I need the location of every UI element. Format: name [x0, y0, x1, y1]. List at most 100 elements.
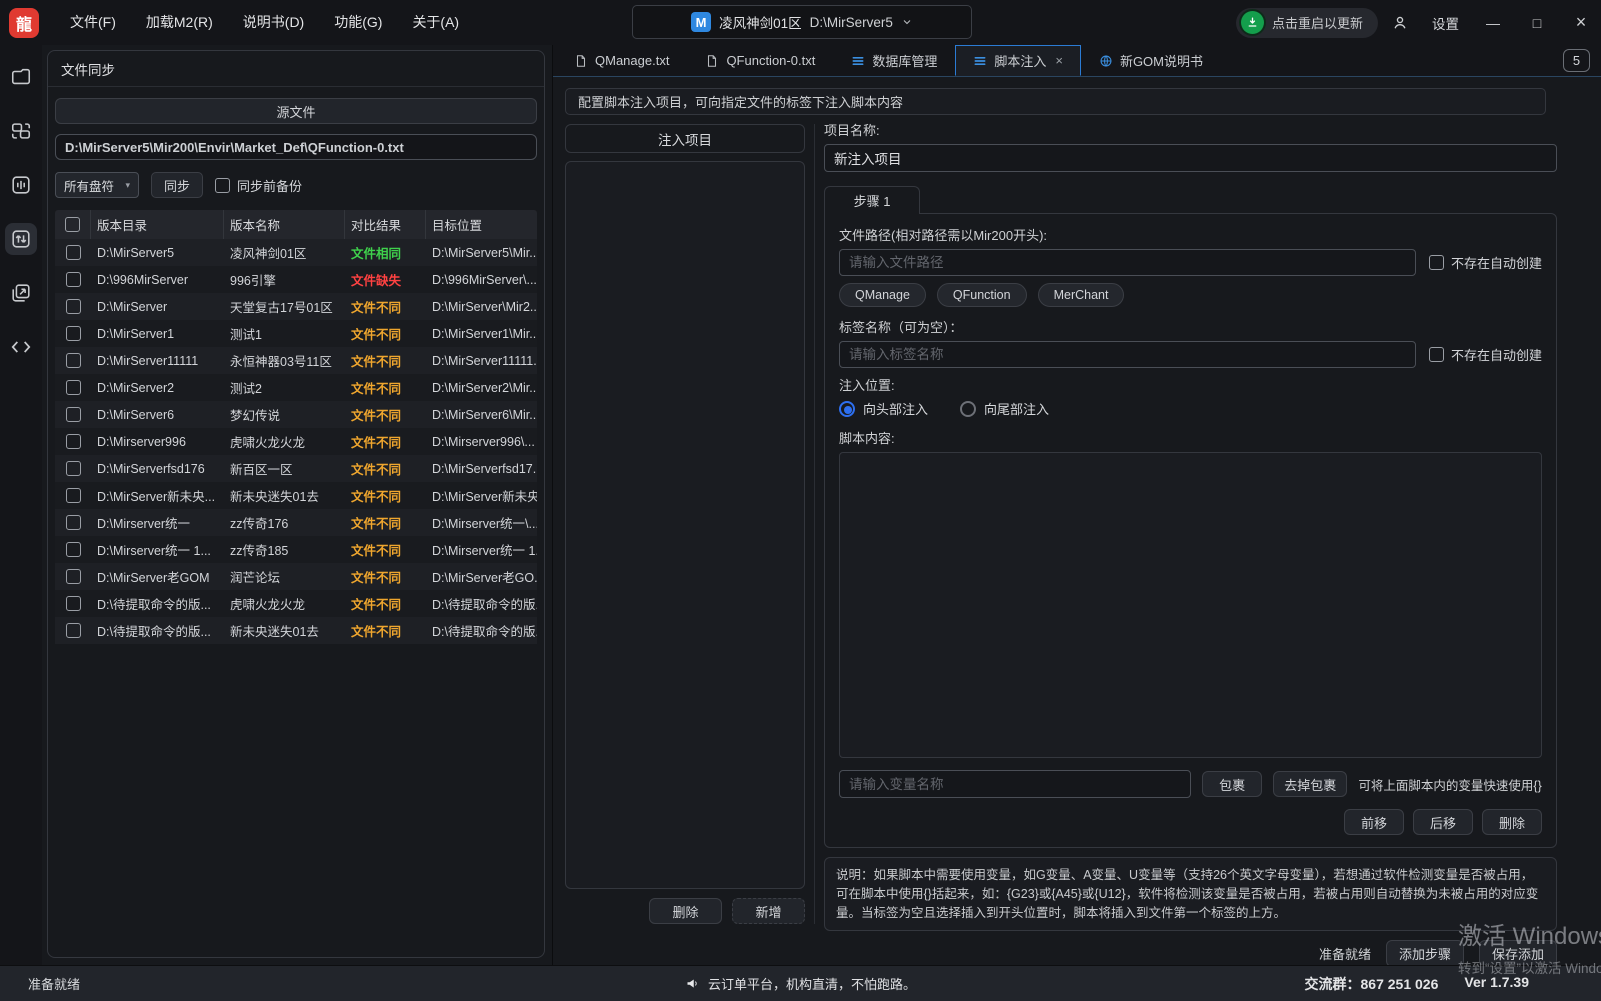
save-add-button[interactable]: 保存添加	[1479, 940, 1557, 967]
menu-file[interactable]: 文件(F)	[55, 0, 131, 45]
auto-create-tag-group[interactable]: 不存在自动创建	[1429, 345, 1542, 364]
row-checkbox[interactable]	[66, 326, 81, 341]
auto-create-path-group[interactable]: 不存在自动创建	[1429, 253, 1542, 272]
table-row[interactable]: D:\MirServer2 测试2 文件不同 D:\MirServer2\Mir…	[55, 374, 537, 401]
close-button[interactable]: ×	[1561, 0, 1601, 45]
variable-name-input[interactable]	[839, 770, 1191, 798]
add-step-button[interactable]: 添加步骤	[1386, 940, 1464, 967]
table-row[interactable]: D:\MirServer 天堂复古17号01区 文件不同 D:\MirServe…	[55, 293, 537, 320]
settings-button[interactable]: 设置	[1422, 13, 1469, 33]
table-row[interactable]: D:\996MirServer 996引擎 文件缺失 D:\996MirServ…	[55, 266, 537, 293]
auto-create-tag-checkbox[interactable]	[1429, 347, 1444, 362]
script-content-textarea[interactable]	[839, 452, 1542, 758]
preset-merchant[interactable]: MerChant	[1038, 283, 1125, 307]
table-row[interactable]: D:\Mirserver统一 1... zz传奇185 文件不同 D:\Mirs…	[55, 536, 537, 563]
sync-button[interactable]: 同步	[151, 172, 203, 198]
tab-label: QManage.txt	[595, 53, 669, 68]
tab-qmanage[interactable]: QManage.txt	[556, 45, 687, 76]
table-row[interactable]: D:\MirServer6 梦幻传说 文件不同 D:\MirServer6\Mi…	[55, 401, 537, 428]
project-name-input[interactable]	[824, 144, 1557, 172]
table-row[interactable]: D:\MirServer老GOM 润芒论坛 文件不同 D:\MirServer老…	[55, 563, 537, 590]
user-icon[interactable]	[1382, 0, 1418, 45]
table-row[interactable]: D:\待提取命令的版... 新未央迷失01去 文件不同 D:\待提取命令的版..…	[55, 617, 537, 644]
row-checkbox[interactable]	[66, 596, 81, 611]
col-header-target[interactable]: 目标位置	[426, 210, 537, 239]
mixer-icon[interactable]	[5, 169, 37, 201]
radio-inject-head[interactable]: 向头部注入	[839, 399, 928, 418]
row-name: 新百区一区	[224, 455, 345, 482]
drive-filter-dropdown[interactable]: 所有盘符 ▾	[55, 172, 139, 198]
table-row[interactable]: D:\Mirserver统一 zz传奇176 文件不同 D:\Mirserver…	[55, 509, 537, 536]
table-row[interactable]: D:\MirServer新未央... 新未央迷失01去 文件不同 D:\MirS…	[55, 482, 537, 509]
restart-update-button[interactable]: 点击重启以更新	[1236, 8, 1378, 38]
row-checkbox[interactable]	[66, 299, 81, 314]
preset-qmanage[interactable]: QManage	[839, 283, 926, 307]
row-checkbox[interactable]	[66, 245, 81, 260]
backup-checkbox-group[interactable]: 同步前备份	[215, 176, 302, 195]
app-window: 龍 文件(F) 加载M2(R) 说明书(D) 功能(G) 关于(A) M 凌风神…	[0, 0, 1601, 1001]
tab-step-1[interactable]: 步骤 1	[824, 186, 920, 214]
row-name: 润芒论坛	[224, 563, 345, 590]
row-checkbox[interactable]	[66, 434, 81, 449]
source-file-button[interactable]: 源文件	[55, 98, 537, 124]
tab-script-inject[interactable]: 脚本注入 ×	[955, 45, 1081, 76]
select-all-checkbox[interactable]	[65, 217, 80, 232]
row-checkbox[interactable]	[66, 407, 81, 422]
menu-functions[interactable]: 功能(G)	[319, 0, 397, 45]
tab-qfunction[interactable]: QFunction-0.txt	[687, 45, 833, 76]
wrap-button[interactable]: 包裹	[1202, 771, 1262, 797]
maximize-button[interactable]: □	[1517, 0, 1557, 45]
row-checkbox[interactable]	[66, 380, 81, 395]
delete-step-button[interactable]: 删除	[1482, 809, 1542, 835]
row-checkbox[interactable]	[66, 461, 81, 476]
move-forward-button[interactable]: 前移	[1344, 809, 1404, 835]
table-row[interactable]: D:\MirServer1 测试1 文件不同 D:\MirServer1\Mir…	[55, 320, 537, 347]
table-row[interactable]: D:\Mirserver996 虎啸火龙火龙 文件不同 D:\Mirserver…	[55, 428, 537, 455]
row-checkbox[interactable]	[66, 353, 81, 368]
row-checkbox[interactable]	[66, 515, 81, 530]
file-path-input[interactable]	[839, 249, 1416, 276]
folder-icon[interactable]	[5, 61, 37, 93]
server-selector-dropdown[interactable]: M 凌风神剑01区 D:\MirServer5	[632, 5, 972, 39]
col-header-name[interactable]: 版本名称	[224, 210, 345, 239]
inject-project-list[interactable]	[565, 161, 805, 889]
auto-create-path-checkbox[interactable]	[1429, 255, 1444, 270]
code-icon[interactable]	[5, 331, 37, 363]
tab-count-badge[interactable]: 5	[1563, 49, 1590, 72]
row-checkbox[interactable]	[66, 272, 81, 287]
tab-database[interactable]: 数据库管理	[833, 45, 955, 76]
row-checkbox[interactable]	[66, 623, 81, 638]
table-row[interactable]: D:\MirServer5 凌风神剑01区 文件相同 D:\MirServer5…	[55, 239, 537, 266]
table-row[interactable]: D:\MirServerfsd176 新百区一区 文件不同 D:\MirServ…	[55, 455, 537, 482]
row-result-badge: 文件不同	[345, 374, 426, 401]
row-name: 永恒神器03号11区	[224, 347, 345, 374]
file-transfer-icon[interactable]	[5, 223, 37, 255]
radio-inject-tail[interactable]: 向尾部注入	[960, 399, 1049, 418]
preset-qfunction[interactable]: QFunction	[937, 283, 1027, 307]
menu-manual[interactable]: 说明书(D)	[228, 0, 319, 45]
tab-gom-manual[interactable]: 新GOM说明书	[1081, 45, 1221, 76]
add-project-button[interactable]: 新增	[732, 898, 805, 924]
minimize-button[interactable]: —	[1473, 0, 1513, 45]
tag-name-input[interactable]	[839, 341, 1416, 368]
move-backward-button[interactable]: 后移	[1413, 809, 1473, 835]
tab-close-icon[interactable]: ×	[1055, 53, 1063, 68]
backup-checkbox[interactable]	[215, 178, 230, 193]
radio-label: 向尾部注入	[984, 399, 1049, 418]
col-header-result[interactable]: 对比结果	[345, 210, 426, 239]
unwrap-button[interactable]: 去掉包裹	[1273, 771, 1347, 797]
table-row[interactable]: D:\MirServer11111 永恒神器03号11区 文件不同 D:\Mir…	[55, 347, 537, 374]
row-checkbox[interactable]	[66, 488, 81, 503]
row-target: D:\MirServer1\Mir...	[426, 320, 537, 347]
menu-load-m2[interactable]: 加载M2(R)	[131, 0, 228, 45]
sync-icon[interactable]	[5, 115, 37, 147]
row-checkbox[interactable]	[66, 569, 81, 584]
col-header-dir[interactable]: 版本目录	[91, 210, 224, 239]
table-row[interactable]: D:\待提取命令的版... 虎啸火龙火龙 文件不同 D:\待提取命令的版...	[55, 590, 537, 617]
menu-about[interactable]: 关于(A)	[397, 0, 474, 45]
row-checkbox[interactable]	[66, 542, 81, 557]
source-path-field[interactable]: D:\MirServer5\Mir200\Envir\Market_Def\QF…	[55, 134, 537, 160]
export-icon[interactable]	[5, 277, 37, 309]
delete-project-button[interactable]: 删除	[649, 898, 722, 924]
tab-label: 数据库管理	[872, 51, 937, 70]
